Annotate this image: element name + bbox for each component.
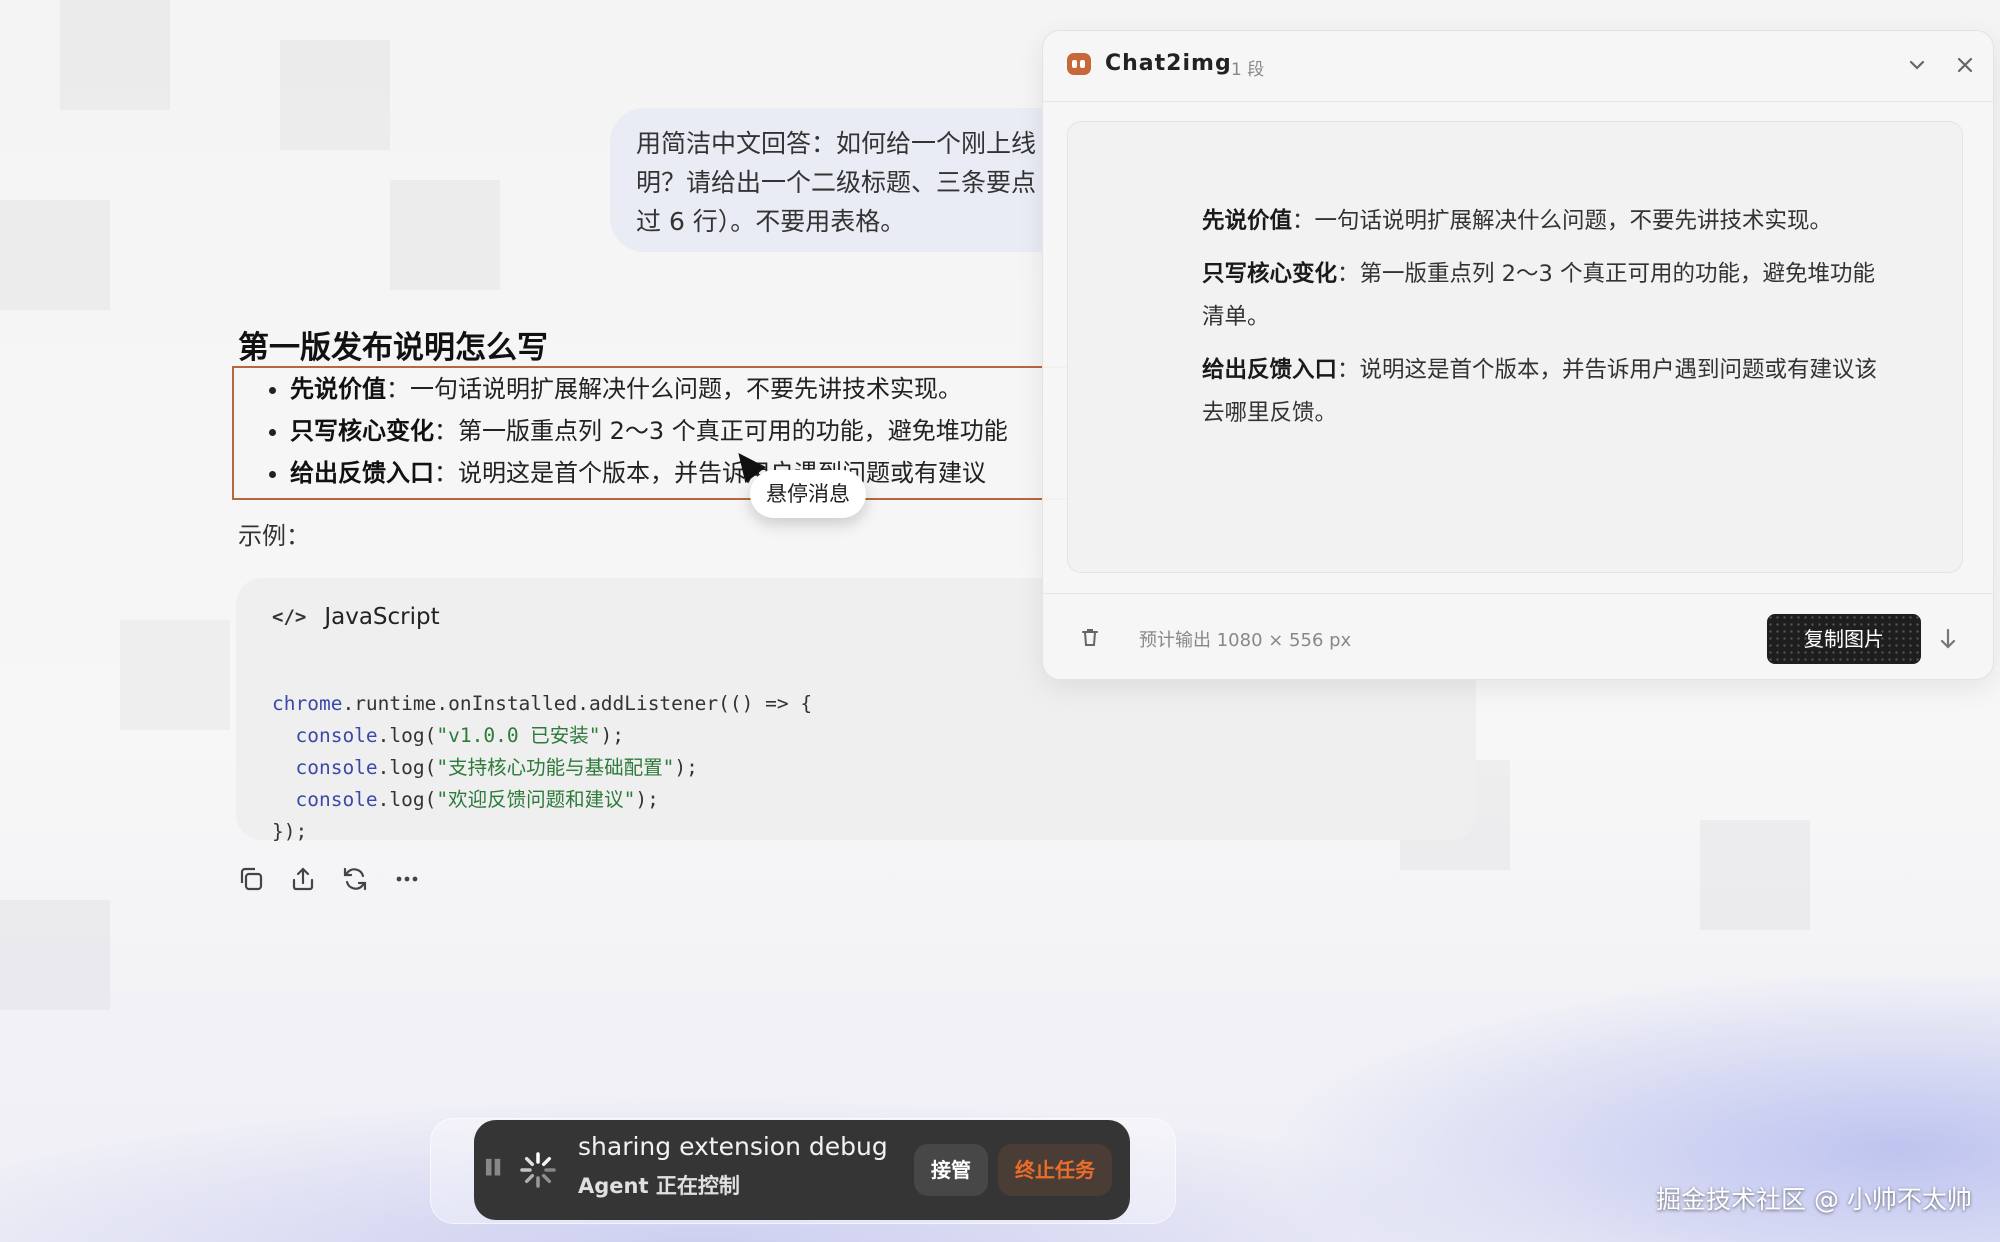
code-token: .log( xyxy=(377,788,437,811)
close-icon[interactable] xyxy=(1953,53,1977,77)
output-size-estimate: 预计输出 1080 × 556 px xyxy=(1139,630,1352,651)
panel-title: Chat2img xyxy=(1105,51,1232,76)
code-line: }); xyxy=(272,816,812,848)
user-message-line: 明？请给出一个二级标题、三条要点 xyxy=(636,168,1037,197)
download-icon[interactable] xyxy=(1933,624,1963,654)
takeover-button[interactable]: 接管 xyxy=(914,1144,988,1196)
example-label: 示例： xyxy=(238,522,310,550)
code-line: console.log("v1.0.0 已安装"); xyxy=(272,720,812,752)
share-icon[interactable] xyxy=(288,864,318,894)
preview-bold-label: 给出反馈入口 xyxy=(1202,357,1338,383)
preview-item: 给出反馈入口：说明这是首个版本，并告诉用户遇到问题或有建议该去哪里反馈。 xyxy=(1202,349,1882,435)
code-token-string: "v1.0.0 已安装" xyxy=(436,724,601,747)
bullet-text: ：一句话说明扩展解决什么问题，不要先讲技术实现。 xyxy=(386,375,962,403)
watermark: 掘金技术社区 @ 小帅不太帅 xyxy=(1656,1185,1972,1214)
preview-item: 先说价值：一句话说明扩展解决什么问题，不要先讲技术实现。 xyxy=(1202,200,1882,243)
bullet-bold-label: 只写核心变化 xyxy=(290,417,434,445)
regenerate-icon[interactable] xyxy=(340,864,370,894)
segment-count: 1 段 xyxy=(1231,60,1265,80)
code-token: .log( xyxy=(377,724,437,747)
trash-icon[interactable] xyxy=(1079,626,1101,648)
copy-icon[interactable] xyxy=(236,864,266,894)
user-message-line: 过 6 行）。不要用表格。 xyxy=(636,207,906,236)
panel-header: Chat2img 1 段 xyxy=(1043,31,1993,102)
code-token: .log( xyxy=(377,756,437,779)
bullet-text: ：说明这是首个版本，并告诉用户遇到问题或有建议 xyxy=(434,459,986,487)
code-language-label: JavaScript xyxy=(324,604,440,630)
bullet-text: ：第一版重点列 2～3 个真正可用的功能，避免堆功能 xyxy=(434,417,1008,445)
code-token-string: "支持核心功能与基础配置" xyxy=(436,756,675,779)
preview-text: ：一句话说明扩展解决什么问题，不要先讲技术实现。 xyxy=(1292,208,1833,234)
message-actions xyxy=(236,864,422,894)
list-item: 给出反馈入口：说明这是首个版本，并告诉用户遇到问题或有建议 xyxy=(290,452,1090,494)
preview-bold-label: 只写核心变化 xyxy=(1202,261,1338,287)
chat2img-logo-icon xyxy=(1067,53,1091,75)
code-token: ); xyxy=(635,788,659,811)
more-icon[interactable] xyxy=(392,864,422,894)
code-token-keyword: console xyxy=(272,788,378,811)
list-item: 先说价值：一句话说明扩展解决什么问题，不要先讲技术实现。 xyxy=(290,368,1090,410)
list-item: 只写核心变化：第一版重点列 2～3 个真正可用的功能，避免堆功能 xyxy=(290,410,1090,452)
code-token: }); xyxy=(272,820,308,843)
code-line: chrome.runtime.onInstalled.addListener((… xyxy=(272,688,812,720)
code-line: console.log("支持核心功能与基础配置"); xyxy=(272,752,812,784)
preview-item: 只写核心变化：第一版重点列 2～3 个真正可用的功能，避免堆功能清单。 xyxy=(1202,253,1882,339)
hover-tooltip: 悬停消息 xyxy=(750,470,866,518)
code-icon: </> xyxy=(272,606,307,628)
copy-image-button[interactable]: 复制图片 xyxy=(1767,614,1921,664)
spinner-icon xyxy=(518,1150,558,1190)
bullet-bold-label: 给出反馈入口 xyxy=(290,459,434,487)
code-token-keyword: console xyxy=(272,756,378,779)
answer-heading: 第一版发布说明怎么写 xyxy=(238,330,548,366)
chevron-down-icon[interactable] xyxy=(1905,53,1929,77)
code-token: ); xyxy=(674,756,698,779)
code-token: .runtime.onInstalled.addListener(() => { xyxy=(342,692,813,715)
code-token-string: "欢迎反馈问题和建议" xyxy=(436,788,636,811)
bullet-bold-label: 先说价值 xyxy=(290,375,386,403)
code-line: console.log("欢迎反馈问题和建议"); xyxy=(272,784,812,816)
code-token: ); xyxy=(600,724,625,747)
code-token-keyword: chrome xyxy=(272,692,343,715)
stop-task-button[interactable]: 终止任务 xyxy=(998,1144,1112,1196)
image-preview: 先说价值：一句话说明扩展解决什么问题，不要先讲技术实现。 只写核心变化：第一版重… xyxy=(1067,121,1963,573)
code-language-header: </> JavaScript xyxy=(272,604,440,630)
preview-bold-label: 先说价值 xyxy=(1202,208,1293,234)
user-message-bubble: 用简洁中文回答：如何给一个刚上线 明？请给出一个二级标题、三条要点 过 6 行）… xyxy=(610,108,1070,252)
preview-content: 先说价值：一句话说明扩展解决什么问题，不要先讲技术实现。 只写核心变化：第一版重… xyxy=(1202,200,1882,445)
pause-icon[interactable]: ▌▌ xyxy=(486,1160,505,1176)
agent-task-title: sharing extension debug xyxy=(578,1132,888,1161)
answer-bullet-list: 先说价值：一句话说明扩展解决什么问题，不要先讲技术实现。 只写核心变化：第一版重… xyxy=(232,366,1092,500)
agent-status: Agent 正在控制 xyxy=(578,1174,740,1198)
chat2img-panel: Chat2img 1 段 先说价值：一句话说明扩展解决什么问题，不要先讲技术实现… xyxy=(1042,30,1994,680)
panel-footer: 预计输出 1080 × 556 px 复制图片 xyxy=(1043,593,1993,680)
user-message-line: 用简洁中文回答：如何给一个刚上线 xyxy=(636,129,1037,158)
agent-control-bar: ▌▌ sharing extension debug Agent 正在控制 接管… xyxy=(474,1120,1130,1220)
code-token-keyword: console xyxy=(272,724,378,747)
